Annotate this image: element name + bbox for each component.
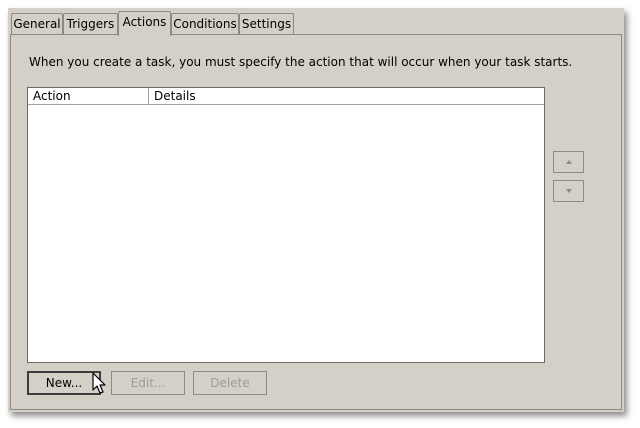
new-action-button[interactable]: New... <box>27 371 101 395</box>
actions-list-body[interactable] <box>28 105 544 362</box>
actions-dialog: General Triggers Actions Conditions Sett… <box>8 8 624 412</box>
delete-action-button[interactable]: Delete <box>193 371 267 395</box>
actions-list[interactable]: Action Details <box>27 87 545 363</box>
actions-list-header: Action Details <box>28 88 544 105</box>
move-down-button[interactable] <box>553 180 584 202</box>
tab-general[interactable]: General <box>11 13 63 34</box>
mouse-pointer-icon <box>92 372 106 394</box>
actions-tab-panel: When you create a task, you must specify… <box>10 34 622 410</box>
triangle-up-icon <box>565 160 572 164</box>
triangle-down-icon <box>565 189 572 193</box>
edit-action-button[interactable]: Edit... <box>111 371 185 395</box>
tab-triggers[interactable]: Triggers <box>63 13 118 34</box>
tab-actions[interactable]: Actions <box>118 11 171 36</box>
tab-settings[interactable]: Settings <box>239 13 294 34</box>
column-header-action[interactable]: Action <box>28 88 149 104</box>
actions-description: When you create a task, you must specify… <box>29 55 573 69</box>
tab-conditions[interactable]: Conditions <box>171 13 239 34</box>
move-up-button[interactable] <box>553 151 584 173</box>
column-header-details[interactable]: Details <box>149 88 544 104</box>
